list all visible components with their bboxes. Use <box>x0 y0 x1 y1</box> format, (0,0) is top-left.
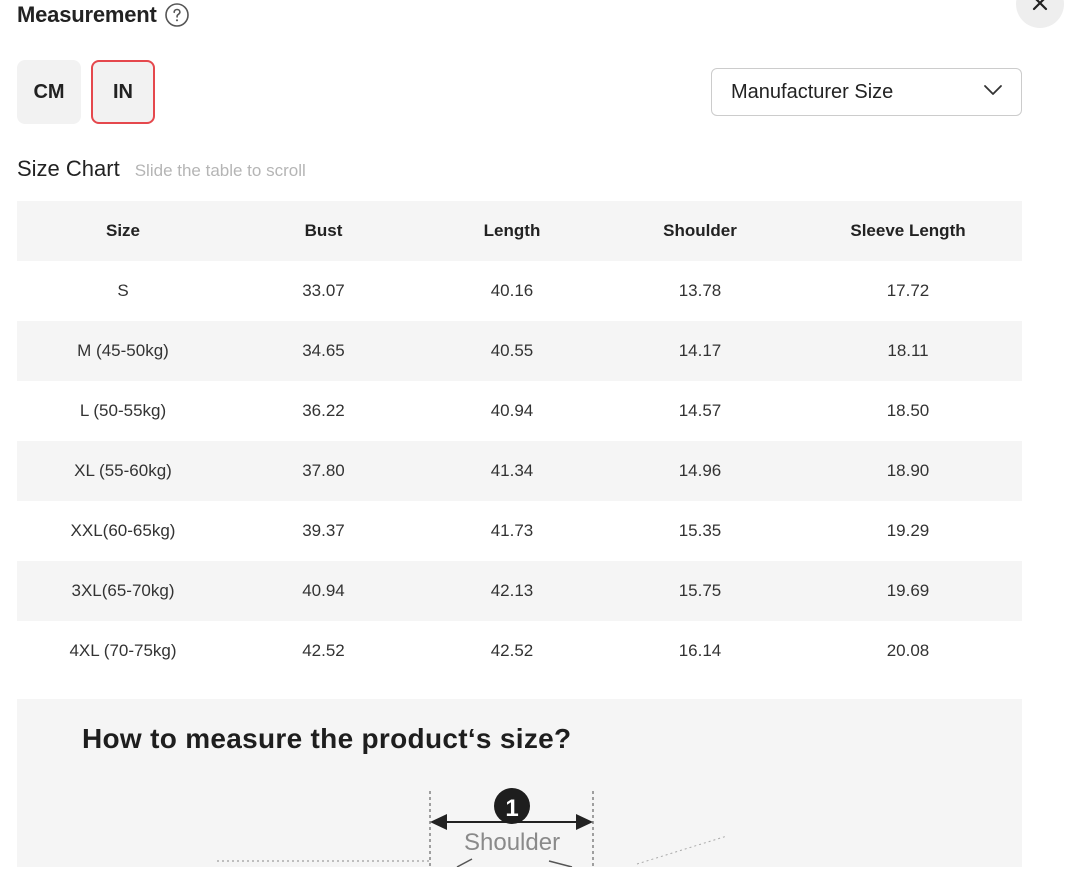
size-table: Size Bust Length Shoulder Sleeve Length … <box>17 201 1022 681</box>
table-cell: 40.94 <box>490 401 534 420</box>
measure-guide-image: 1 How to measure the product‘s size? Sho… <box>17 699 1022 867</box>
table-cell: 40.55 <box>418 321 606 381</box>
close-icon <box>1032 0 1048 16</box>
question-circle-icon[interactable] <box>164 3 189 27</box>
table-row: M (45-50kg) 34.65 40.55 14.17 18.11 <box>17 321 1022 381</box>
table-cell: 41.34 <box>418 441 606 501</box>
table-cell: 19.69 <box>794 561 1022 621</box>
guide-title: How to measure the product‘s size? <box>82 723 572 754</box>
close-button[interactable] <box>1016 0 1064 28</box>
measurement-header: Measurement <box>17 0 189 30</box>
table-cell: S <box>117 281 129 300</box>
table-cell: 13.78 <box>678 281 722 300</box>
guide-marker-number: 1 <box>505 795 518 822</box>
table-cell: 16.14 <box>678 641 722 660</box>
table-cell: 18.50 <box>886 401 930 420</box>
table-cell: 18.90 <box>794 441 1022 501</box>
table-row: XXL(60-65kg) 39.37 41.73 15.35 19.29 <box>17 501 1022 561</box>
table-cell: M (45-50kg) <box>17 321 229 381</box>
table-cell: 40.16 <box>490 281 534 300</box>
table-cell: 41.73 <box>490 521 534 540</box>
size-chart-title: Size Chart <box>17 156 120 181</box>
table-cell: 37.80 <box>229 441 418 501</box>
unit-toggle: CM IN <box>17 60 155 124</box>
table-cell: 18.11 <box>794 321 1022 381</box>
table-header-row: Size Bust Length Shoulder Sleeve Length <box>17 201 1022 261</box>
table-cell: L (50-55kg) <box>79 401 167 420</box>
table-cell: 42.13 <box>418 561 606 621</box>
size-chart-heading: Size Chart Slide the table to scroll <box>17 156 306 182</box>
column-header: Sleeve Length <box>794 201 1022 261</box>
table-cell: XXL(60-65kg) <box>70 521 176 540</box>
table-row: 4XL (70-75kg) 42.52 42.52 16.14 20.08 <box>17 621 1022 681</box>
size-table-scroll-area[interactable]: Size Bust Length Shoulder Sleeve Length … <box>17 201 1022 681</box>
shoulder-label: Shoulder <box>464 829 561 856</box>
table-cell: XL (55-60kg) <box>17 441 229 501</box>
table-cell: 39.37 <box>302 521 345 540</box>
table-cell: 40.94 <box>229 561 418 621</box>
table-cell: 33.07 <box>302 281 345 300</box>
table-cell: 36.22 <box>302 401 345 420</box>
column-header: Bust <box>229 201 418 261</box>
table-row: L (50-55kg) 36.22 40.94 14.57 18.50 <box>17 381 1022 441</box>
scroll-hint: Slide the table to scroll <box>134 161 306 180</box>
page-title: Measurement <box>17 2 157 27</box>
size-type-dropdown[interactable]: Manufacturer Size <box>711 68 1022 116</box>
table-cell: 14.17 <box>606 321 794 381</box>
size-type-selected-value: Manufacturer Size <box>731 80 894 103</box>
table-row: 3XL(65-70kg) 40.94 42.13 15.75 19.69 <box>17 561 1022 621</box>
unit-cm-button[interactable]: CM <box>17 60 81 124</box>
unit-in-button[interactable]: IN <box>91 60 155 124</box>
table-cell: 20.08 <box>886 641 930 660</box>
chevron-down-icon <box>983 83 1003 101</box>
column-header: Shoulder <box>606 201 794 261</box>
table-row: XL (55-60kg) 37.80 41.34 14.96 18.90 <box>17 441 1022 501</box>
table-row: S 33.07 40.16 13.78 17.72 <box>17 261 1022 321</box>
table-cell: 3XL(65-70kg) <box>17 561 229 621</box>
table-cell: 17.72 <box>886 281 930 300</box>
column-header: Size <box>17 201 229 261</box>
column-header: Length <box>418 201 606 261</box>
table-cell: 14.96 <box>606 441 794 501</box>
table-cell: 15.35 <box>678 521 722 540</box>
table-cell: 4XL (70-75kg) <box>69 641 177 660</box>
table-cell: 14.57 <box>678 401 722 420</box>
table-cell: 42.52 <box>302 641 345 660</box>
table-cell: 42.52 <box>490 641 534 660</box>
table-cell: 34.65 <box>229 321 418 381</box>
table-cell: 15.75 <box>606 561 794 621</box>
table-cell: 19.29 <box>886 521 930 540</box>
